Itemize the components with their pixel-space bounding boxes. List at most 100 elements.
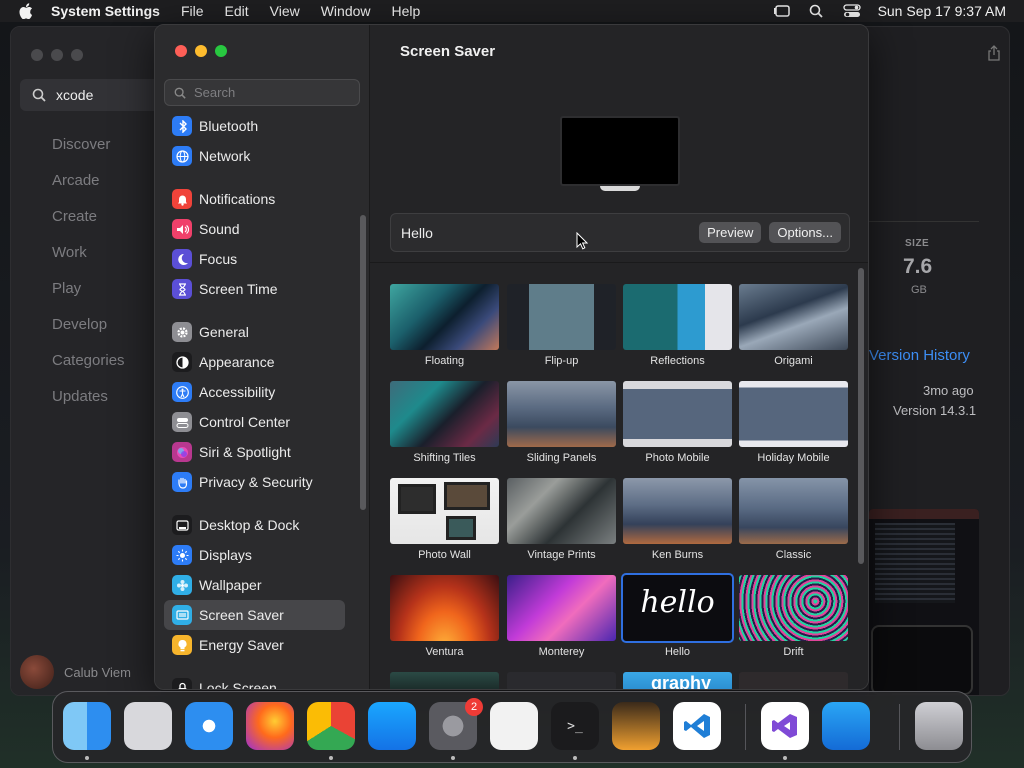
weather-icon[interactable] — [822, 702, 870, 750]
saver-tile-photo-mobile[interactable]: Photo Mobile — [623, 381, 732, 464]
sidebar-item-sound[interactable]: Sound — [164, 214, 345, 244]
saver-tile-drift[interactable]: Drift — [739, 575, 848, 658]
system-settings-icon[interactable]: 2 — [429, 698, 483, 750]
sidebar-item-wallpaper[interactable]: Wallpaper — [164, 570, 345, 600]
saver-tile-photo-wall[interactable]: Photo Wall — [390, 478, 499, 561]
vscode-icon[interactable] — [673, 702, 721, 750]
sidebar-item-desktop-dock[interactable]: Desktop & Dock — [164, 510, 345, 540]
sidebar-item-notifications[interactable]: Notifications — [164, 184, 345, 214]
nav-discover[interactable]: Discover — [52, 135, 125, 171]
visual-studio-icon[interactable] — [761, 702, 809, 750]
globe-icon — [172, 146, 192, 166]
app-store-account[interactable]: Calub Viem — [20, 655, 131, 689]
preview-button[interactable]: Preview — [699, 222, 762, 243]
share-icon[interactable] — [987, 45, 1001, 61]
chrome-icon[interactable] — [307, 702, 355, 750]
saver-tile-ken-burns[interactable]: Ken Burns — [623, 478, 732, 561]
stage-manager-icon[interactable] — [773, 4, 791, 18]
saver-tile-ventura[interactable]: Ventura — [390, 575, 499, 658]
nav-arcade[interactable]: Arcade — [52, 171, 125, 207]
textedit-icon[interactable] — [490, 702, 538, 750]
sidebar-item-label: Notifications — [199, 191, 276, 207]
saver-thumbnail — [739, 284, 848, 350]
saver-name: Hello — [664, 646, 691, 658]
nav-categories[interactable]: Categories — [52, 351, 125, 387]
saver-tile-monterey[interactable]: Monterey — [507, 575, 616, 658]
close-button[interactable] — [31, 49, 43, 61]
saver-thumbnail — [623, 381, 732, 447]
trash-icon[interactable] — [915, 702, 963, 750]
menu-clock[interactable]: Sun Sep 17 9:37 AM — [878, 3, 1006, 19]
garageband-icon[interactable] — [612, 702, 660, 750]
sidebar-item-focus[interactable]: Focus — [164, 244, 345, 274]
saver-tile-vintage-prints[interactable]: Vintage Prints — [507, 478, 616, 561]
options-button[interactable]: Options... — [769, 222, 841, 243]
sidebar-item-accessibility[interactable]: Accessibility — [164, 377, 345, 407]
menu-help[interactable]: Help — [392, 3, 421, 19]
launchpad-icon[interactable] — [124, 702, 172, 750]
minimize-button[interactable] — [51, 49, 63, 61]
sidebar-item-appearance[interactable]: Appearance — [164, 347, 345, 377]
saver-tile-reflections[interactable]: Reflections — [623, 284, 732, 367]
saver-tile-sliding-panels[interactable]: Sliding Panels — [507, 381, 616, 464]
sidebar-item-general[interactable]: General — [164, 317, 345, 347]
dock-icon — [172, 515, 192, 535]
spotlight-search-icon[interactable] — [808, 4, 826, 18]
apple-menu-icon[interactable] — [19, 3, 33, 19]
saver-tile-holiday-mobile[interactable]: Holiday Mobile — [739, 381, 848, 464]
minimize-button[interactable] — [195, 45, 207, 57]
sidebar-item-privacy-security[interactable]: Privacy & Security — [164, 467, 345, 497]
menu-app-name[interactable]: System Settings — [51, 3, 160, 19]
menu-edit[interactable]: Edit — [225, 3, 249, 19]
menu-window[interactable]: Window — [321, 3, 371, 19]
zoom-button[interactable] — [71, 49, 83, 61]
nav-create[interactable]: Create — [52, 207, 125, 243]
nav-play[interactable]: Play — [52, 279, 125, 315]
saver-tile-partial[interactable] — [390, 672, 499, 689]
sidebar-item-screen-time[interactable]: Screen Time — [164, 274, 345, 304]
firefox-icon[interactable] — [246, 702, 294, 750]
settings-sidebar: Search Bluetooth Network Notifications Soun… — [155, 25, 370, 689]
bluetooth-icon — [172, 116, 192, 136]
sidebar-item-displays[interactable]: Displays — [164, 540, 345, 570]
saver-tile-hello[interactable]: hello Hello — [621, 573, 734, 658]
sidebar-item-lock-screen[interactable]: Lock Screen — [164, 673, 345, 689]
terminal-icon[interactable]: >_ — [551, 702, 599, 750]
saver-tile-classic[interactable]: Classic — [739, 478, 848, 561]
sidebar-item-label: Control Center — [199, 414, 291, 430]
nav-updates[interactable]: Updates — [52, 387, 125, 423]
saver-tile-partial[interactable] — [739, 672, 848, 689]
settings-search-field[interactable]: Search — [164, 79, 360, 106]
sidebar-item-screen-saver[interactable]: Screen Saver — [164, 600, 345, 630]
sidebar-item-network[interactable]: Network — [164, 141, 345, 171]
menu-file[interactable]: File — [181, 3, 204, 19]
sidebar-item-siri-spotlight[interactable]: Siri & Spotlight — [164, 437, 345, 467]
saver-tile-flip-up[interactable]: Flip-up — [507, 284, 616, 367]
saver-thumbnail — [739, 381, 848, 447]
saver-tile-floating[interactable]: Floating — [390, 284, 499, 367]
search-icon — [174, 87, 186, 99]
sidebar-item-label: Appearance — [199, 354, 275, 370]
finder-icon[interactable] — [63, 702, 111, 750]
sidebar-item-bluetooth[interactable]: Bluetooth — [164, 111, 345, 141]
grid-scrollbar[interactable] — [858, 268, 864, 564]
saver-tile-partial[interactable]: graphy — [623, 672, 732, 689]
app-screenshot[interactable] — [869, 509, 979, 695]
menu-view[interactable]: View — [270, 3, 300, 19]
zoom-button[interactable] — [215, 45, 227, 57]
saver-tile-origami[interactable]: Origami — [739, 284, 848, 367]
sidebar-scrollbar[interactable] — [360, 215, 366, 510]
nav-work[interactable]: Work — [52, 243, 125, 279]
nav-develop[interactable]: Develop — [52, 315, 125, 351]
close-button[interactable] — [175, 45, 187, 57]
control-center-icon[interactable] — [842, 4, 861, 18]
sidebar-item-control-center[interactable]: Control Center — [164, 407, 345, 437]
saver-tile-partial[interactable] — [507, 672, 616, 689]
app-store-icon[interactable] — [368, 702, 416, 750]
sidebar-item-energy-saver[interactable]: Energy Saver — [164, 630, 345, 660]
app-store-search-field[interactable]: xcode — [20, 79, 160, 111]
saver-tile-shifting-tiles[interactable]: Shifting Tiles — [390, 381, 499, 464]
version-history-link[interactable]: Version History — [869, 347, 970, 364]
version-number: Version 14.3.1 — [893, 403, 977, 418]
safari-icon[interactable] — [185, 702, 233, 750]
